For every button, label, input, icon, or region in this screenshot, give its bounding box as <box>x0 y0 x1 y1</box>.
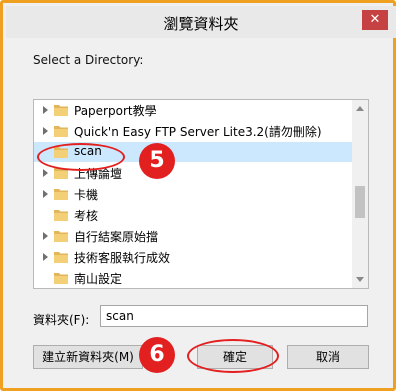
step-5-badge: 5 <box>139 143 175 179</box>
expand-arrow-icon[interactable] <box>43 190 48 198</box>
folder-icon <box>54 103 68 116</box>
tree-item-label: Paperport教學 <box>74 104 157 118</box>
folder-icon <box>54 187 68 200</box>
tree-item-label: 卡機 <box>74 188 99 202</box>
tree-item[interactable]: 卡機 <box>34 184 352 204</box>
vertical-scrollbar[interactable] <box>352 100 368 288</box>
folder-field-label: 資料夾(F): <box>33 313 90 327</box>
scroll-up-arrow-icon[interactable] <box>356 106 364 111</box>
tree-item[interactable]: 考核 <box>34 205 352 225</box>
expand-arrow-icon[interactable] <box>43 106 48 114</box>
dialog-title: 瀏覽資料夾 <box>163 15 239 33</box>
step-6-badge: 6 <box>139 337 175 373</box>
close-button[interactable]: ✕ <box>362 10 388 30</box>
tree-item-label: Quick'n Easy FTP Server Lite3.2(請勿刪除) <box>74 125 322 139</box>
title-bar: 瀏覽資料夾 ✕ <box>6 6 396 38</box>
select-directory-label: Select a Directory: <box>33 53 144 67</box>
folder-icon <box>54 124 68 137</box>
tree-item[interactable]: Quick'n Easy FTP Server Lite3.2(請勿刪除) <box>34 121 352 141</box>
tree-item[interactable]: 自行結案原始擋 <box>34 226 352 246</box>
tree-item-label: 自行結案原始擋 <box>74 230 159 244</box>
tree-item[interactable]: 南山設定 <box>34 268 352 288</box>
scroll-thumb[interactable] <box>355 186 365 218</box>
folder-icon <box>54 208 68 221</box>
tree-item-label: 南山設定 <box>74 272 123 286</box>
folder-icon <box>54 250 68 263</box>
browse-folder-dialog: 瀏覽資料夾 ✕ Select a Directory: Paperport教學 Q… <box>0 0 396 391</box>
tree-item-label: 技術客服執行成效 <box>74 251 171 265</box>
expand-arrow-icon[interactable] <box>43 169 48 177</box>
cancel-button[interactable]: 取消 <box>287 345 369 369</box>
folder-tree[interactable]: Paperport教學 Quick'n Easy FTP Server Lite3… <box>33 99 369 289</box>
tree-item-label: 考核 <box>74 209 99 223</box>
folder-name-input[interactable] <box>100 305 368 327</box>
new-folder-button[interactable]: 建立新資料夾(M) <box>33 345 143 369</box>
scan-highlight-ellipse <box>37 143 125 171</box>
expand-arrow-icon[interactable] <box>43 253 48 261</box>
tree-item[interactable]: Paperport教學 <box>34 100 352 120</box>
expand-arrow-icon[interactable] <box>43 127 48 135</box>
folder-icon <box>54 271 68 284</box>
ok-highlight-ellipse <box>187 339 279 373</box>
expand-arrow-icon[interactable] <box>43 232 48 240</box>
scroll-down-arrow-icon[interactable] <box>356 277 364 282</box>
tree-item[interactable]: 技術客服執行成效 <box>34 247 352 267</box>
folder-icon <box>54 229 68 242</box>
